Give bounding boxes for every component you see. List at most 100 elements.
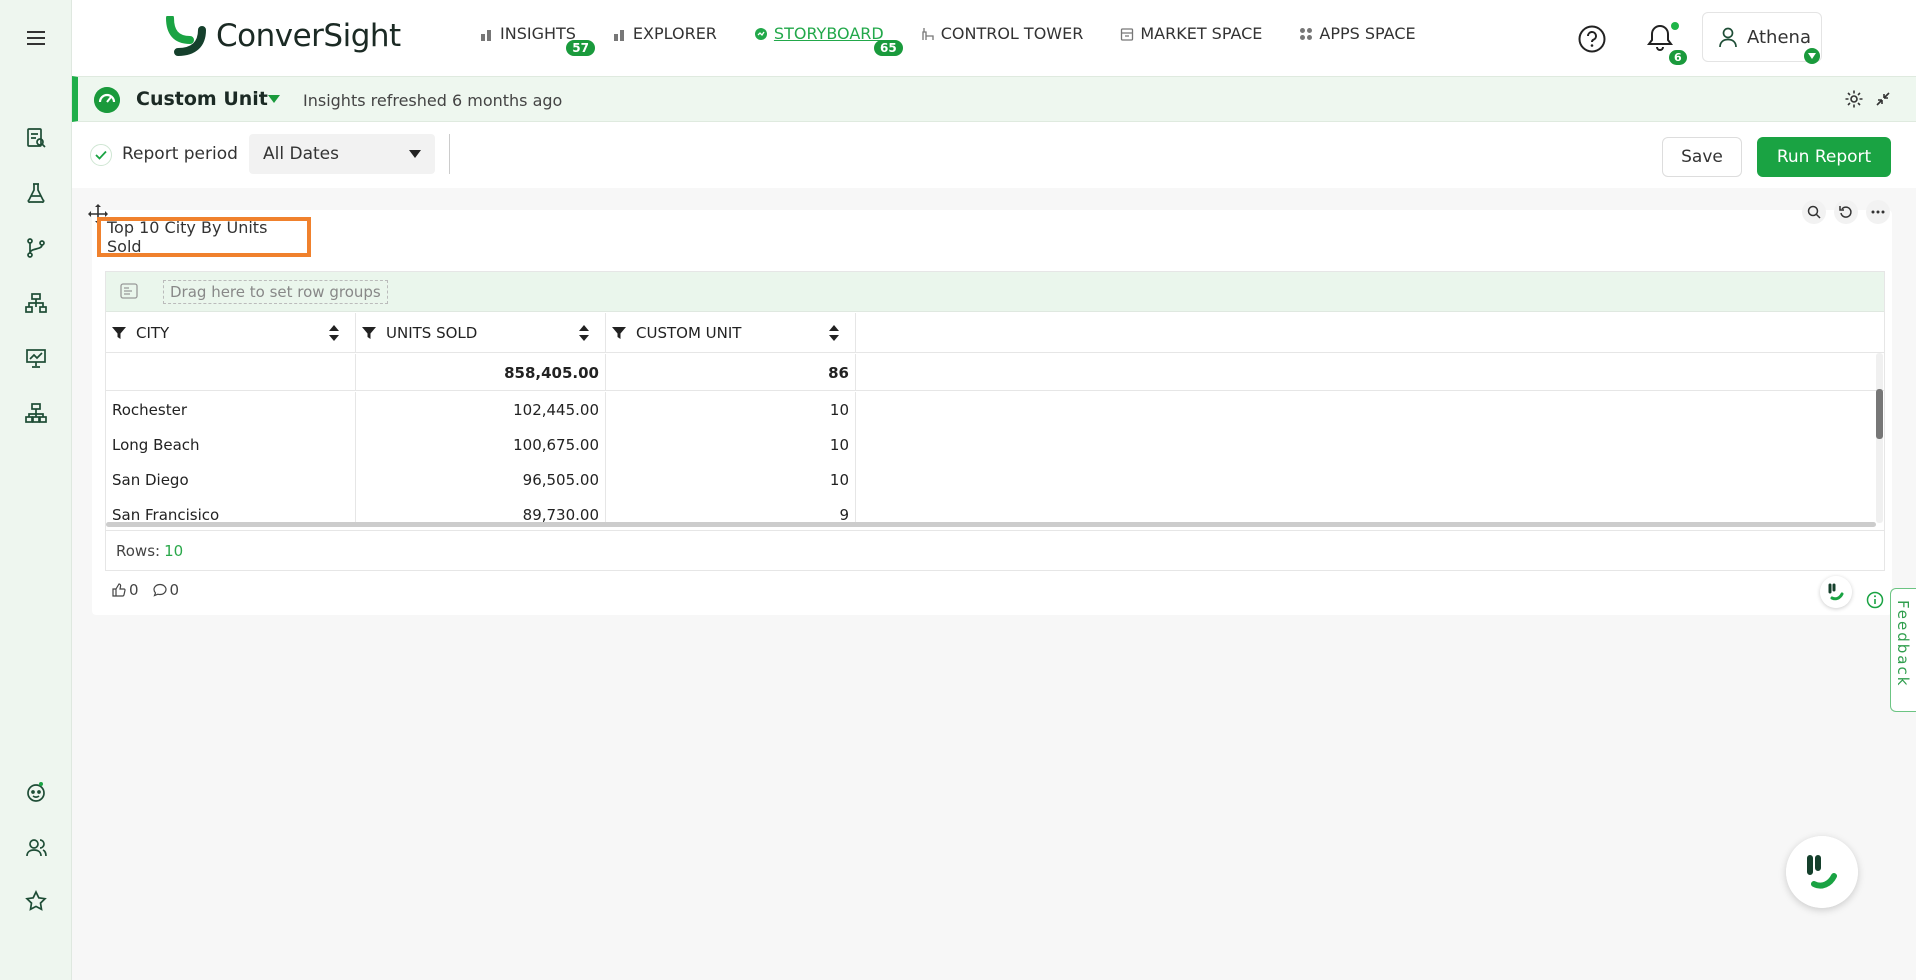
sort-arrows-icon[interactable] (829, 325, 839, 341)
nav-explorer-label: EXPLORER (632, 24, 717, 43)
top-navigation-bar: ConverSight INSIGHTS 57 EXPLORER STORYBO… (72, 0, 1916, 76)
chevron-down-icon (409, 150, 421, 158)
run-report-button[interactable]: Run Report (1757, 137, 1891, 177)
nav-market-space[interactable]: MARKET SPACE (1120, 24, 1281, 43)
units-sold-cell: 96,505.00 (356, 462, 606, 497)
nav-insights[interactable]: INSIGHTS 57 (480, 24, 595, 56)
column-header-units-sold-label: Units Sold (386, 324, 478, 342)
like-button[interactable]: 0 (112, 581, 139, 599)
totals-units-sold: 858,405.00 (356, 354, 606, 391)
table-row[interactable]: San Francisico 89,730.00 9 (106, 497, 1884, 522)
filter-funnel-icon[interactable] (112, 326, 126, 340)
grid-header-row: City Units Sold Custom Unit (106, 313, 1884, 353)
units-sold-cell: 89,730.00 (356, 497, 606, 522)
save-button[interactable]: Save (1662, 137, 1742, 177)
help-question-icon[interactable] (1577, 24, 1607, 54)
user-name: Athena (1747, 26, 1811, 48)
city-cell: San Francisico (106, 497, 356, 522)
report-period-label: Report period (122, 144, 238, 164)
filter-funnel-icon[interactable] (362, 326, 376, 340)
totals-custom-unit: 86 (606, 354, 856, 391)
column-header-custom-unit[interactable]: Custom Unit (606, 313, 856, 353)
totals-row: 858,405.00 86 (106, 354, 1884, 391)
conversight-logo[interactable]: ConverSight (166, 16, 401, 56)
report-toolbar: Report period All Dates Save Run Report (72, 122, 1916, 188)
user-menu-chevron-down-icon[interactable] (1804, 48, 1820, 64)
tower-icon (922, 27, 934, 40)
table-row[interactable]: Long Beach 100,675.00 10 (106, 427, 1884, 462)
custom-unit-cell: 10 (606, 427, 856, 462)
column-header-units-sold[interactable]: Units Sold (356, 313, 606, 353)
nav-control-tower[interactable]: CONTROL TOWER (921, 24, 1103, 43)
conversight-logo-icon (166, 16, 206, 56)
storyboard-count-badge: 65 (874, 40, 903, 56)
users-icon[interactable] (22, 834, 50, 862)
comment-count: 0 (169, 581, 180, 599)
table-row[interactable]: San Diego 96,505.00 10 (106, 462, 1884, 497)
nav-control-tower-label: CONTROL TOWER (940, 24, 1084, 43)
custom-unit-cell: 9 (606, 497, 856, 522)
store-icon (1121, 27, 1134, 41)
horizontal-scrollbar[interactable] (106, 522, 1876, 527)
favorites-star-icon[interactable] (22, 887, 50, 915)
vertical-scrollbar[interactable] (1876, 353, 1883, 523)
insights-count-badge: 57 (566, 40, 595, 56)
table-row[interactable]: Rochester 102,445.00 10 (106, 392, 1884, 427)
nav-explorer[interactable]: EXPLORER (613, 24, 736, 43)
thumbs-up-icon (112, 583, 126, 597)
totals-city-cell (106, 354, 356, 391)
column-header-city-label: City (136, 324, 170, 342)
card-reset-icon[interactable] (1834, 200, 1858, 224)
nav-storyboard[interactable]: STORYBOARD 65 (754, 24, 903, 56)
unit-gauge-icon (94, 87, 120, 113)
comment-button[interactable]: 0 (152, 581, 180, 599)
nav-insights-label: INSIGHTS (500, 24, 576, 43)
card-title-text: Top 10 City By Units Sold (107, 218, 268, 256)
workflow-branch-icon[interactable] (22, 234, 50, 262)
sort-arrows-icon[interactable] (579, 325, 589, 341)
city-cell: Rochester (106, 392, 356, 427)
date-range-select[interactable]: All Dates (249, 134, 435, 174)
card-more-options-icon[interactable] (1866, 200, 1890, 224)
nav-apps-space[interactable]: APPS SPACE (1299, 24, 1434, 43)
insights-refresh-status: Insights refreshed 6 months ago (303, 91, 563, 110)
rows-count: 10 (164, 542, 184, 560)
rows-count-footer: Rows: 10 (106, 530, 1884, 571)
hierarchy-icon[interactable] (22, 289, 50, 317)
report-search-icon[interactable] (22, 124, 50, 152)
row-group-panel[interactable]: Drag here to set row groups (106, 272, 1884, 312)
city-cell: San Diego (106, 462, 356, 497)
feedback-label[interactable]: Feedback (1894, 600, 1912, 687)
hamburger-menu-icon[interactable] (22, 24, 50, 52)
card-title[interactable]: Top 10 City By Units Sold (97, 217, 311, 257)
user-avatar-icon (1719, 27, 1737, 48)
city-cell: Long Beach (106, 427, 356, 462)
card-search-icon[interactable] (1802, 200, 1826, 224)
presentation-chart-icon[interactable] (22, 344, 50, 372)
custom-unit-bar: Custom Unit Insights refreshed 6 months … (72, 76, 1916, 122)
sort-arrows-icon[interactable] (329, 325, 339, 341)
comment-bubble-icon (152, 583, 167, 597)
rows-label: Rows: (116, 542, 161, 560)
report-period-checkbox[interactable] (90, 144, 112, 166)
custom-unit-cell: 10 (606, 462, 856, 497)
assistant-bot-icon[interactable] (22, 778, 50, 806)
data-grid: Drag here to set row groups City Units S… (105, 271, 1885, 571)
filter-funnel-icon[interactable] (612, 326, 626, 340)
lab-flask-icon[interactable] (22, 179, 50, 207)
left-sidebar (0, 0, 72, 980)
info-icon[interactable] (1866, 591, 1884, 609)
settings-gear-icon[interactable] (1844, 89, 1864, 109)
like-count: 0 (129, 581, 139, 599)
unit-title: Custom Unit (136, 88, 268, 110)
collapse-arrows-icon[interactable] (1875, 91, 1891, 107)
vertical-scrollbar-thumb[interactable] (1876, 389, 1883, 439)
card-assistant-bot-icon[interactable] (1820, 576, 1852, 608)
nav-market-space-label: MARKET SPACE (1140, 24, 1263, 43)
assistant-chat-button-icon[interactable] (1786, 836, 1858, 908)
units-sold-cell: 102,445.00 (356, 392, 606, 427)
logo-text: ConverSight (216, 18, 401, 54)
unit-dropdown-chevron-down-icon[interactable] (268, 95, 280, 103)
org-structure-icon[interactable] (22, 399, 50, 427)
column-header-city[interactable]: City (106, 313, 356, 353)
